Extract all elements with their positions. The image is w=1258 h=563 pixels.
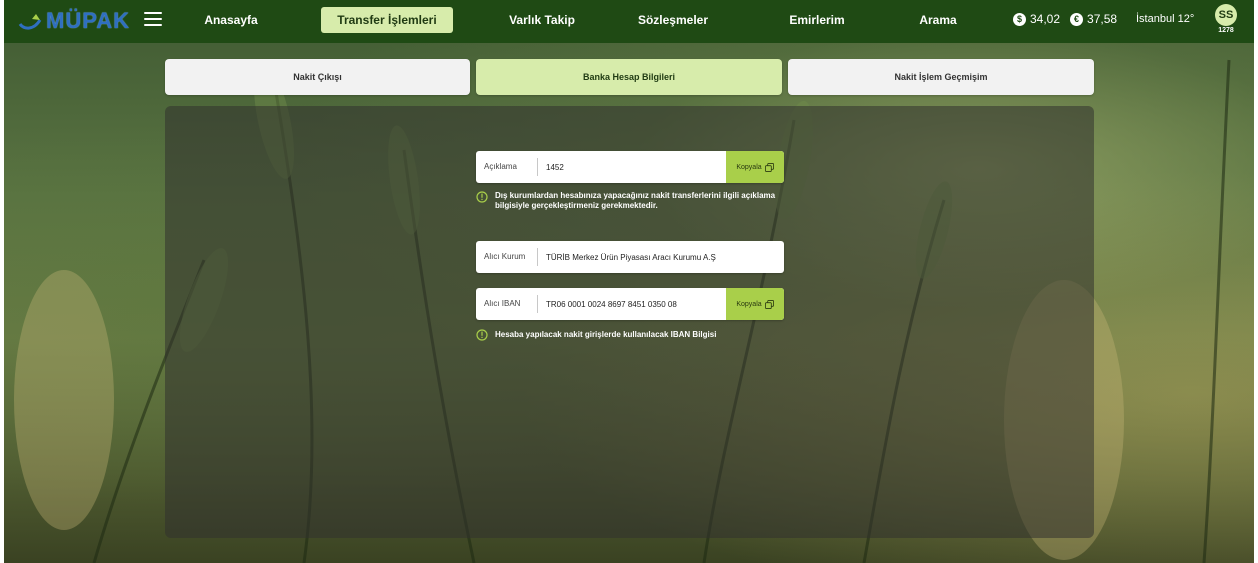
iban-label: Alıcı IBAN — [476, 295, 538, 313]
app-frame: MÜPAK Anasayfa Transfer İşlemleri Varlık… — [4, 0, 1254, 563]
nav-item-home[interactable]: Anasayfa — [196, 7, 266, 33]
copy-button-label: Kopyala — [736, 300, 762, 308]
tab-cash-withdrawal[interactable]: Nakit Çıkışı — [165, 59, 470, 95]
copy-iban-button[interactable]: Kopyala — [726, 288, 784, 320]
copy-icon — [764, 299, 774, 309]
description-note: Dış kurumlardan hesabınıza yapacağınız n… — [476, 191, 786, 211]
user-id: 1278 — [1218, 27, 1234, 34]
iban-field: Alıcı IBAN TR06 0001 0024 8697 8451 0350… — [476, 288, 784, 320]
iban-note: Hesaba yapılacak nakit girişlerde kullan… — [476, 329, 786, 341]
top-navigation-bar: MÜPAK Anasayfa Transfer İşlemleri Varlık… — [4, 0, 1254, 43]
avatar[interactable]: SS — [1215, 4, 1237, 26]
nav-item-orders[interactable]: Emirlerim — [782, 7, 852, 33]
tab-cash-history[interactable]: Nakit İşlem Geçmişim — [788, 59, 1094, 95]
nav-item-contracts[interactable]: Sözleşmeler — [632, 7, 714, 33]
copy-description-button[interactable]: Kopyala — [726, 151, 784, 183]
iban-value[interactable]: TR06 0001 0024 8697 8451 0350 08 — [538, 300, 726, 309]
info-icon — [476, 329, 488, 341]
nav-item-asset-tracking[interactable]: Varlık Takip — [502, 7, 582, 33]
nav-item-search[interactable]: Arama — [908, 7, 968, 33]
description-field: Açıklama 1452 Kopyala — [476, 151, 784, 183]
copy-button-label: Kopyala — [736, 163, 762, 171]
iban-note-text: Hesaba yapılacak nakit girişlerde kullan… — [495, 330, 717, 339]
usd-rate: 34,02 — [1030, 12, 1061, 26]
copy-icon — [764, 162, 774, 172]
description-note-text: Dış kurumlardan hesabınıza yapacağınız n… — [495, 191, 776, 210]
weather-info: İstanbul 12° — [1136, 13, 1195, 25]
euro-icon: € — [1070, 12, 1084, 26]
recipient-label: Alıcı Kurum — [476, 248, 538, 266]
dollar-icon: $ — [1013, 12, 1026, 26]
nav-item-transfers[interactable]: Transfer İşlemleri — [321, 7, 453, 33]
description-value[interactable]: 1452 — [538, 163, 726, 172]
description-label: Açıklama — [476, 158, 538, 176]
info-icon — [476, 191, 488, 203]
recipient-field: Alıcı Kurum TÜRİB Merkez Ürün Piyasası A… — [476, 241, 784, 273]
eur-rate: 37,58 — [1087, 12, 1118, 26]
tab-bank-account-info[interactable]: Banka Hesap Bilgileri — [476, 59, 782, 95]
recipient-value[interactable]: TÜRİB Merkez Ürün Piyasası Aracı Kurumu … — [538, 253, 784, 262]
currency-rates: $ 34,02 € 37,58 — [1013, 12, 1127, 26]
